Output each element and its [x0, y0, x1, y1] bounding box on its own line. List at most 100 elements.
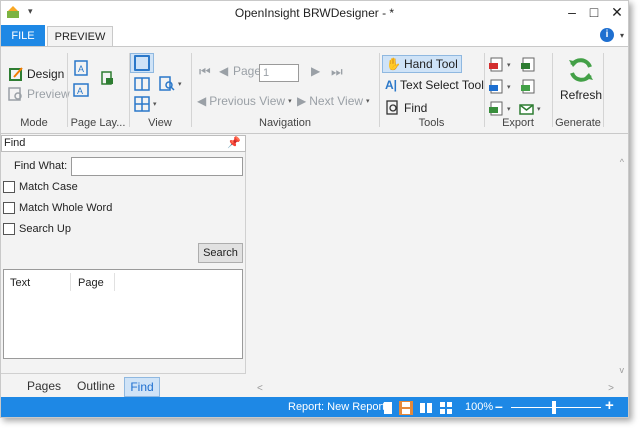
scroll-right-icon[interactable]: >: [608, 383, 614, 394]
next-view-label: Next View: [309, 94, 364, 108]
ribbon: Design Preview Mode A A Page Lay... ▾ ▾ …: [1, 46, 628, 134]
chevron-down-icon: ▾: [288, 98, 292, 105]
match-whole-word-label: Match Whole Word: [19, 202, 113, 214]
help-icon[interactable]: i: [600, 28, 614, 42]
page-layout-button[interactable]: A: [70, 81, 92, 99]
tab-file[interactable]: FILE: [1, 25, 45, 47]
group-view-label: View: [148, 117, 172, 129]
svg-text:A: A: [77, 86, 83, 96]
next-view-button[interactable]: ▶ Next View ▾: [294, 93, 373, 109]
page-label-text: Page: [233, 64, 262, 78]
group-tools: ✋ Hand Tool A| Text Select Tool Find Too…: [380, 51, 484, 131]
column-divider[interactable]: [70, 273, 71, 291]
preview-label: Preview: [27, 87, 70, 101]
tab-pages[interactable]: Pages: [21, 377, 67, 397]
zoom-button[interactable]: ▾: [156, 75, 185, 93]
scroll-down-icon[interactable]: v: [620, 365, 625, 375]
scroll-up-icon[interactable]: ^: [620, 157, 624, 167]
find-pane: Find 📌 Find What: Match Case Match Whole…: [1, 135, 246, 397]
single-page-status-icon[interactable]: [381, 401, 395, 415]
match-case-checkbox[interactable]: Match Case: [3, 181, 78, 193]
zoom-slider-thumb[interactable]: [552, 401, 556, 414]
find-icon: [386, 100, 398, 115]
checkbox-box[interactable]: [3, 202, 15, 214]
tab-find[interactable]: Find: [124, 377, 160, 397]
group-mode-label: Mode: [20, 117, 48, 129]
hand-icon: ✋: [386, 57, 401, 71]
group-page-layout-label: Page Lay...: [70, 117, 126, 129]
checkbox-box[interactable]: [3, 223, 15, 235]
send-email-icon[interactable]: [519, 101, 535, 117]
find-what-input[interactable]: [71, 157, 243, 176]
close-button[interactable]: ✕: [606, 2, 628, 22]
search-up-checkbox[interactable]: Search Up: [3, 223, 71, 235]
zoom-out-button[interactable]: –: [495, 398, 503, 414]
text-select-tool-label: Text Select Tool: [400, 78, 484, 92]
export-pdf-icon[interactable]: [489, 57, 505, 73]
export-excel-icon[interactable]: [521, 57, 537, 73]
app-window: ▾ OpenInsight BRWDesigner - * – □ ✕ FILE…: [0, 0, 629, 418]
page-layout-icon: A: [73, 83, 89, 97]
page-setup-button[interactable]: A: [70, 59, 92, 77]
multi-page-view-button[interactable]: ▾: [131, 95, 160, 113]
page-number-input[interactable]: [259, 64, 299, 82]
group-generate-label: Generate: [555, 117, 601, 129]
design-label: Design: [27, 67, 65, 81]
refresh-label: Refresh: [559, 88, 603, 102]
tab-outline[interactable]: Outline: [71, 377, 121, 397]
ribbon-tabs: FILE PREVIEW i ▾: [1, 25, 628, 48]
group-mode: Design Preview Mode: [3, 51, 70, 131]
find-tool-button[interactable]: Find: [382, 99, 430, 117]
first-page-icon[interactable]: ⏮: [196, 63, 214, 81]
previous-view-button[interactable]: ◀ Previous View ▾: [194, 93, 295, 109]
search-up-label: Search Up: [19, 223, 71, 235]
two-page-status-icon[interactable]: [419, 401, 433, 415]
tab-preview[interactable]: PREVIEW: [47, 26, 113, 48]
group-generate: Refresh Generate: [553, 51, 603, 131]
pane-tabs: Pages Outline Find: [1, 373, 246, 397]
text-select-tool-button[interactable]: A| Text Select Tool: [382, 77, 487, 93]
chevron-down-icon[interactable]: ▾: [537, 105, 541, 113]
match-case-label: Match Case: [19, 181, 78, 193]
export-image-icon[interactable]: [489, 79, 505, 95]
preview-icon: [8, 87, 22, 101]
zoom-icon: [159, 76, 175, 91]
chevron-down-icon[interactable]: ▾: [507, 61, 511, 69]
continuous-page-status-icon[interactable]: [399, 401, 413, 415]
scroll-left-icon[interactable]: <: [257, 383, 263, 394]
group-export: ▾ ▾ ▾ ▾ Export: [485, 51, 551, 131]
help-dropdown-icon[interactable]: ▾: [620, 31, 624, 40]
checkbox-box[interactable]: [3, 181, 15, 193]
title-bar: ▾ OpenInsight BRWDesigner - * – □ ✕: [1, 1, 628, 25]
minimize-button[interactable]: –: [561, 2, 583, 22]
column-header-page[interactable]: Page: [78, 277, 104, 289]
multi-page-status-icon[interactable]: [439, 401, 453, 415]
export-html-icon[interactable]: [489, 101, 505, 117]
match-whole-word-checkbox[interactable]: Match Whole Word: [3, 202, 112, 214]
group-navigation-label: Navigation: [259, 117, 311, 129]
results-table[interactable]: Text Page: [3, 269, 243, 359]
search-button[interactable]: Search: [198, 243, 243, 263]
hand-tool-button[interactable]: ✋ Hand Tool: [382, 55, 462, 73]
single-page-view-button[interactable]: [130, 53, 154, 73]
chevron-down-icon[interactable]: ▾: [507, 105, 511, 113]
next-page-icon[interactable]: ▶: [308, 63, 323, 79]
zoom-slider-track[interactable]: [511, 407, 601, 408]
status-bar: Report: New Report 100% – +: [1, 397, 628, 417]
refresh-button[interactable]: Refresh: [559, 55, 603, 109]
previous-page-icon[interactable]: ◀: [216, 63, 231, 79]
preview-mode-button[interactable]: Preview: [5, 85, 73, 103]
two-page-view-button[interactable]: [131, 75, 153, 93]
print-layout-button[interactable]: [96, 69, 118, 87]
report-preview-area[interactable]: ^ v < >: [247, 135, 628, 397]
chevron-down-icon: ▾: [366, 98, 370, 105]
pin-icon[interactable]: 📌: [227, 136, 241, 151]
zoom-in-button[interactable]: +: [605, 397, 614, 414]
design-button[interactable]: Design: [5, 65, 67, 83]
maximize-button[interactable]: □: [583, 2, 605, 22]
export-csv-icon[interactable]: [521, 79, 537, 95]
column-header-text[interactable]: Text: [10, 277, 30, 289]
last-page-icon[interactable]: ⏭: [328, 63, 346, 81]
column-divider[interactable]: [114, 273, 115, 291]
chevron-down-icon[interactable]: ▾: [507, 83, 511, 91]
